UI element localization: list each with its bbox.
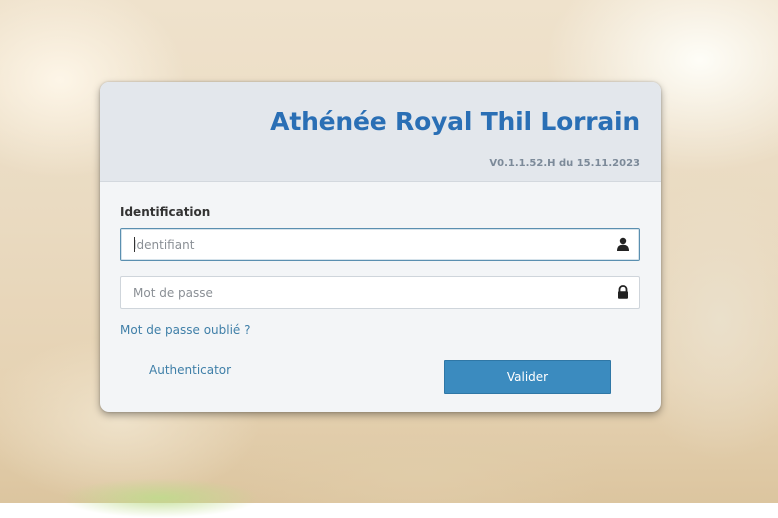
password-input[interactable] — [121, 277, 603, 308]
lock-icon — [618, 285, 628, 299]
version-label: V0.1.1.52.H du 15.11.2023 — [489, 158, 640, 169]
submit-button[interactable]: Valider — [444, 360, 611, 394]
username-field[interactable] — [120, 228, 640, 261]
password-field[interactable] — [120, 276, 640, 309]
user-icon — [617, 237, 629, 251]
forgot-password-link[interactable]: Mot de passe oublié ? — [120, 323, 251, 337]
authenticator-link[interactable]: Authenticator — [149, 363, 231, 377]
login-header: Athénée Royal Thil Lorrain V0.1.1.52.H d… — [100, 82, 661, 182]
school-name: Athénée Royal Thil Lorrain — [270, 107, 640, 136]
username-input[interactable] — [121, 229, 603, 260]
identification-heading: Identification — [120, 205, 211, 219]
background-decoration — [60, 478, 260, 518]
text-cursor — [134, 237, 135, 252]
login-panel: Athénée Royal Thil Lorrain V0.1.1.52.H d… — [100, 82, 661, 412]
